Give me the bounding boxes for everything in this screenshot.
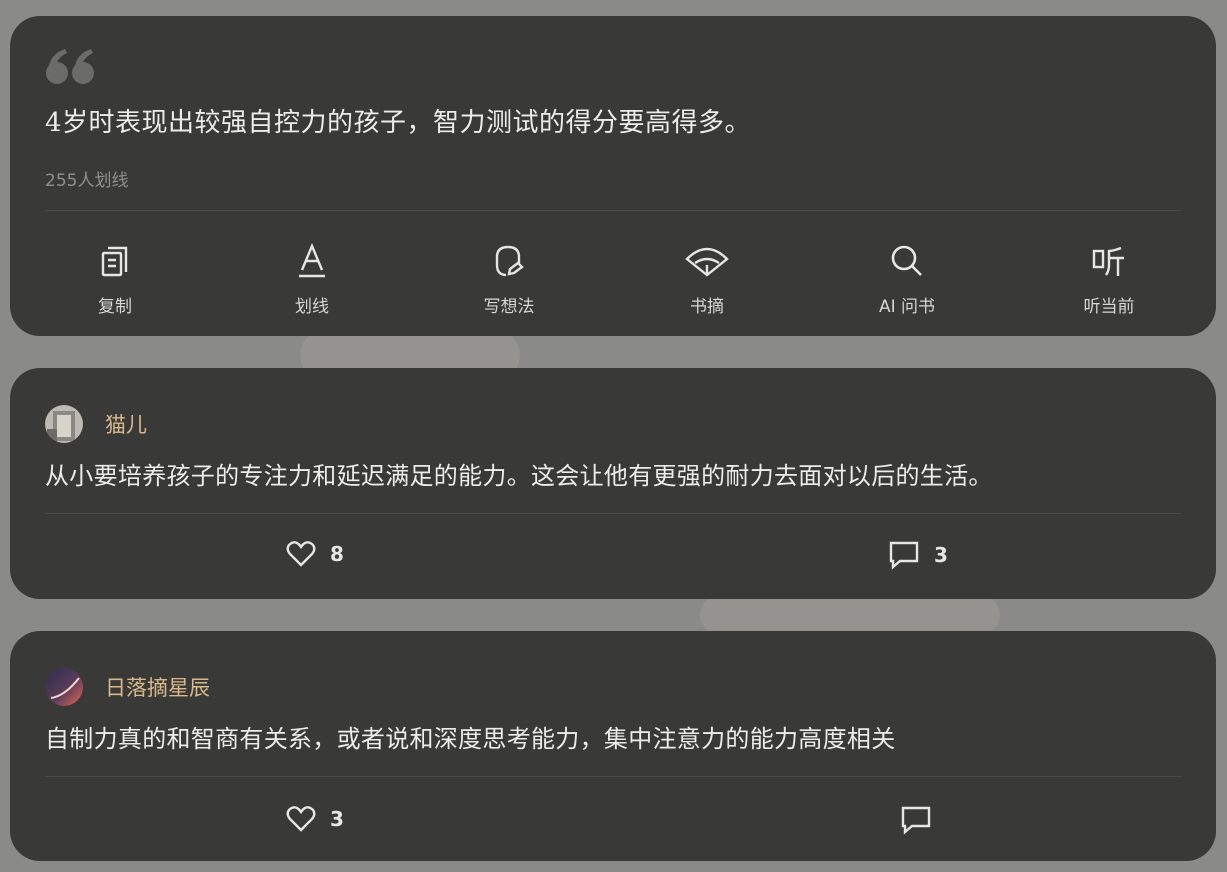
- comment-text: 自制力真的和智商有关系，或者说和深度思考能力，集中注意力的能力高度相关: [45, 725, 896, 753]
- like-button[interactable]: 3: [286, 805, 344, 833]
- reply-count: 3: [934, 543, 948, 567]
- copy-icon: [101, 246, 128, 277]
- underline-icon: [299, 243, 325, 278]
- avatar[interactable]: [45, 405, 83, 443]
- listen-button[interactable]: 听当前: [1049, 242, 1169, 317]
- thought-icon: [495, 245, 524, 277]
- comment-icon: [889, 541, 919, 570]
- write-thought-button[interactable]: 写想法: [449, 242, 569, 317]
- like-count: 8: [330, 542, 344, 566]
- comment-text: 从小要培养孩子的专注力和延迟满足的能力。这会让他有更强的耐力去面对以后的生活。: [45, 462, 993, 490]
- heart-icon: [286, 541, 316, 567]
- copy-button[interactable]: 复制: [55, 242, 175, 317]
- fan-icon: [685, 247, 729, 277]
- comment-card: 猫儿 从小要培养孩子的专注力和延迟满足的能力。这会让他有更强的耐力去面对以后的生…: [10, 368, 1216, 599]
- write-thought-label: 写想法: [483, 297, 535, 317]
- like-count: 3: [330, 807, 344, 831]
- divider: [45, 210, 1181, 211]
- highlight-card: 4岁时表现出较强自控力的孩子，智力测试的得分要高得多。 255人划线 复制 划线: [10, 16, 1216, 336]
- divider: [45, 776, 1181, 777]
- username[interactable]: 日落摘星辰: [105, 672, 210, 702]
- listen-icon: [1092, 246, 1124, 276]
- underline-button[interactable]: 划线: [252, 242, 372, 317]
- like-button[interactable]: 8: [286, 540, 344, 568]
- highlight-quote: 4岁时表现出较强自控力的孩子，智力测试的得分要高得多。: [45, 108, 752, 138]
- excerpt-label: 书摘: [690, 297, 724, 317]
- copy-label: 复制: [98, 297, 132, 317]
- heart-icon: [286, 806, 316, 832]
- background-shape: [700, 595, 1000, 635]
- avatar[interactable]: [45, 668, 83, 706]
- comment-icon: [901, 806, 931, 835]
- reply-button[interactable]: [900, 805, 946, 835]
- divider: [45, 513, 1181, 514]
- search-icon: [891, 245, 922, 276]
- username[interactable]: 猫儿: [105, 409, 147, 439]
- quote-icon: [46, 49, 94, 84]
- marked-count: 255人划线: [45, 171, 129, 191]
- excerpt-button[interactable]: 书摘: [647, 242, 767, 317]
- comment-card: 日落摘星辰 自制力真的和智商有关系，或者说和深度思考能力，集中注意力的能力高度相…: [10, 631, 1216, 861]
- ai-ask-book-button[interactable]: AI 问书: [847, 242, 967, 317]
- underline-label: 划线: [295, 297, 329, 317]
- reply-button[interactable]: 3: [888, 540, 948, 570]
- ai-ask-book-label: AI 问书: [878, 297, 936, 317]
- listen-label: 听当前: [1083, 297, 1135, 317]
